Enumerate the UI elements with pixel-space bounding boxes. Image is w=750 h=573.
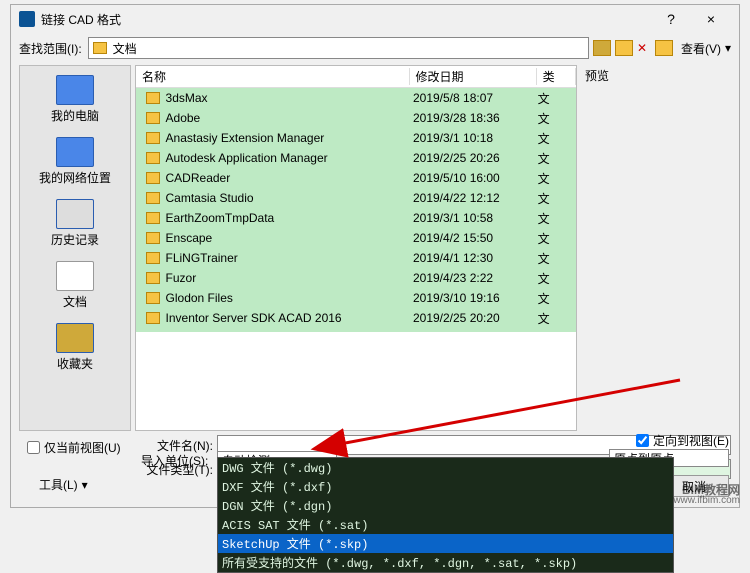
filetype-option[interactable]: DWG 文件 (*.dwg) [218,458,673,477]
app-icon [19,11,35,27]
preview-label: 预览 [581,65,731,86]
table-row[interactable]: EarthZoomTmpData2019/3/1 10:58文 [136,208,576,228]
help-button[interactable]: ? [651,7,691,31]
view-menu[interactable]: 查看(V) [681,40,721,57]
folder-icon [93,42,107,54]
watermark: BIM教程网 www.ifbim.com [673,484,740,506]
folder-icon [146,92,160,104]
sidebar-item-computer[interactable]: 我的电脑 [20,72,130,132]
look-in-dropdown[interactable]: 文档 [88,37,589,59]
folder-icon [146,212,160,224]
orient-view-label: 定向到视图(E) [653,432,729,449]
folder-icon [146,312,160,324]
folder-icon [146,232,160,244]
titlebar: 链接 CAD 格式 ? × [11,5,739,33]
folder-icon [146,152,160,164]
sidebar-item-favorites[interactable]: 收藏夹 [20,320,130,380]
folder-icon [146,272,160,284]
filetype-option[interactable]: SketchUp 文件 (*.skp) [218,534,673,553]
table-row[interactable]: Adobe2019/3/28 18:36文 [136,108,576,128]
orient-view-checkbox[interactable] [636,434,649,447]
table-row[interactable]: Fuzor2019/4/23 2:22文 [136,268,576,288]
computer-icon [56,75,94,105]
main-area: 我的电脑 我的网络位置 历史记录 文档 收藏夹 名称 修改日期 类 3dsMax… [11,63,739,433]
topbar: 查找范围(I): 文档 ✕ 查看(V) ▾ [11,33,739,63]
filetype-option[interactable]: 所有受支持的文件 (*.dwg, *.dxf, *.dgn, *.sat, *.… [218,553,673,572]
filetype-option[interactable]: DGN 文件 (*.dgn) [218,496,673,515]
window-title: 链接 CAD 格式 [41,11,651,28]
table-row[interactable]: Camtasia Studio2019/4/22 12:12文 [136,188,576,208]
folder-icon [146,112,160,124]
file-list-header: 名称 修改日期 类 [136,66,576,88]
link-cad-dialog: 链接 CAD 格式 ? × 查找范围(I): 文档 ✕ 查看(V) ▾ 我的电脑… [10,4,740,508]
sidebar-item-history[interactable]: 历史记录 [20,196,130,256]
places-sidebar: 我的电脑 我的网络位置 历史记录 文档 收藏夹 [19,65,131,431]
filetype-dropdown[interactable]: DWG 文件 (*.dwg)DXF 文件 (*.dxf)DGN 文件 (*.dg… [217,457,674,573]
look-in-value: 文档 [113,40,137,57]
preview-pane: 预览 [581,65,731,431]
back-icon[interactable] [593,40,611,56]
table-row[interactable]: Inventor Server SDK ACAD 20162019/2/25 2… [136,308,576,328]
table-row[interactable]: CADReader2019/5/10 16:00文 [136,168,576,188]
table-row[interactable]: Autodesk Application Manager2019/2/25 20… [136,148,576,168]
folder-icon [146,292,160,304]
tools-button[interactable]: 工具(L) [39,476,78,493]
folder-icon [146,252,160,264]
current-view-label: 仅当前视图(U) [44,439,121,456]
up-icon[interactable] [615,40,633,56]
filetype-option[interactable]: ACIS SAT 文件 (*.sat) [218,515,673,534]
document-icon [56,261,94,291]
sidebar-item-network[interactable]: 我的网络位置 [20,134,130,194]
table-row[interactable]: 3dsMax2019/5/8 18:07文 [136,88,576,108]
col-date[interactable]: 修改日期 [410,68,537,85]
current-view-checkbox[interactable] [27,441,40,454]
delete-icon[interactable]: ✕ [637,41,651,55]
chevron-down-icon[interactable]: ▾ [725,41,731,55]
table-row[interactable]: Anastasiy Extension Manager2019/3/1 10:1… [136,128,576,148]
table-row[interactable]: FLiNGTrainer2019/4/1 12:30文 [136,248,576,268]
new-folder-icon[interactable] [655,40,673,56]
history-icon [56,199,94,229]
table-row[interactable]: Enscape2019/4/2 15:50文 [136,228,576,248]
col-type[interactable]: 类 [537,68,576,85]
close-button[interactable]: × [691,7,731,31]
favorites-icon [56,323,94,353]
folder-icon [146,172,160,184]
col-name[interactable]: 名称 [136,68,410,85]
chevron-down-icon[interactable]: ▾ [82,478,88,492]
toolbar-icons: ✕ [593,40,673,56]
folder-icon [146,192,160,204]
file-list-body[interactable]: 3dsMax2019/5/8 18:07文Adobe2019/3/28 18:3… [136,88,576,332]
network-icon [56,137,94,167]
file-list-area: 名称 修改日期 类 3dsMax2019/5/8 18:07文Adobe2019… [135,65,577,431]
table-row[interactable]: Glodon Files2019/3/10 19:16文 [136,288,576,308]
filetype-option[interactable]: DXF 文件 (*.dxf) [218,477,673,496]
import-units-label: 导入单位(S): [141,452,208,469]
folder-icon [146,132,160,144]
sidebar-item-documents[interactable]: 文档 [20,258,130,318]
look-in-label: 查找范围(I): [19,40,82,57]
